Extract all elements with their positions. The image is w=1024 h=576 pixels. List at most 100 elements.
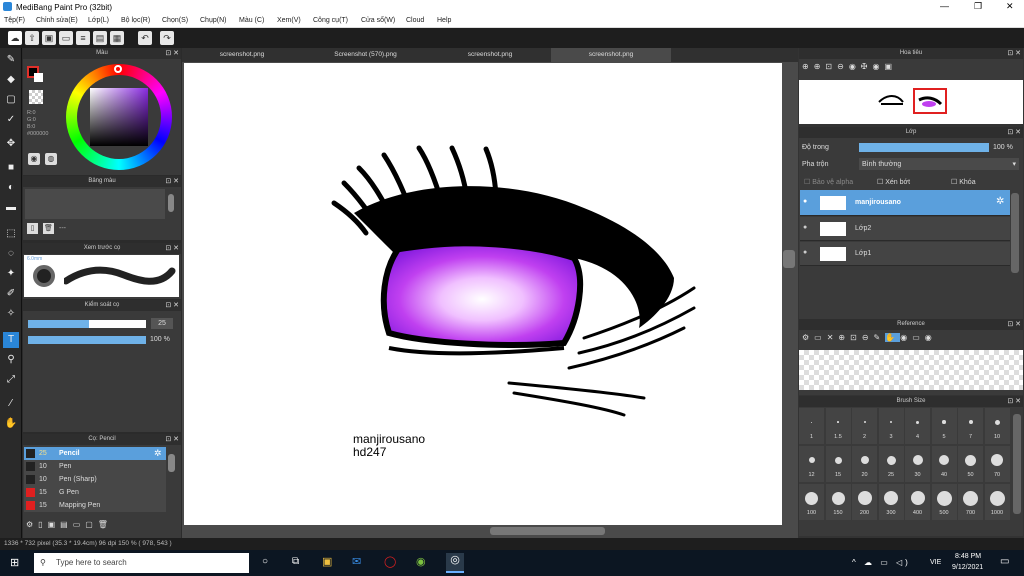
brush-size-cell[interactable]: 500: [931, 484, 957, 520]
brush-size-cell[interactable]: 25: [878, 446, 904, 482]
brush-size-cell[interactable]: 2: [852, 408, 877, 444]
brush-size-cell[interactable]: 10: [984, 408, 1010, 444]
panel-close-icon[interactable]: ⊡ ✕: [1007, 127, 1021, 138]
layer-row-lop2[interactable]: ● Lớp2: [800, 217, 1010, 241]
opera-icon[interactable]: ◯: [384, 555, 396, 568]
brush-size-cell[interactable]: 1000: [984, 484, 1010, 520]
palette-area[interactable]: [25, 189, 165, 219]
brush-item-pen-sharp[interactable]: 10 Pen (Sharp): [24, 473, 166, 486]
magic-wand-icon[interactable]: ✦: [3, 266, 19, 282]
navigator-preview[interactable]: [799, 80, 1023, 124]
upload-icon[interactable]: ⇧: [25, 31, 39, 45]
panel-close-icon[interactable]: ⊡ ✕: [1007, 319, 1021, 330]
brush-size-cell[interactable]: 70: [984, 446, 1010, 482]
redo-icon[interactable]: ↷: [160, 31, 174, 45]
panel-close-icon[interactable]: ⊡ ✕: [165, 48, 179, 59]
layer-scrollbar[interactable]: [1011, 193, 1019, 273]
panel-close-icon[interactable]: ⊡ ✕: [165, 300, 179, 311]
panel-close-icon[interactable]: ⊡ ✕: [165, 434, 179, 445]
palette-scrollbar[interactable]: [168, 194, 174, 212]
drawing-canvas[interactable]: manjirousano hd247: [184, 63, 782, 525]
mail-icon[interactable]: ✉: [352, 555, 361, 568]
delete-palette-icon[interactable]: 🗑: [43, 223, 54, 234]
medibang-taskbar-icon[interactable]: ◎: [446, 553, 464, 573]
brush-size-cell[interactable]: 5: [931, 408, 957, 444]
layer-row-lop1[interactable]: ● Lớp1: [800, 242, 1010, 266]
brush-opacity-slider[interactable]: [28, 336, 146, 344]
brush-size-cell[interactable]: 30: [905, 446, 930, 482]
eraser-tool-icon[interactable]: ◆: [3, 72, 19, 88]
save-icon[interactable]: ▣: [42, 31, 56, 45]
taskbar-search[interactable]: ⚲ Type here to search: [34, 553, 249, 573]
comment-icon[interactable]: ▭: [59, 31, 73, 45]
gear-icon[interactable]: ✲: [996, 196, 1004, 207]
brush-size-value[interactable]: 25: [151, 318, 173, 329]
secondary-color-swatch[interactable]: [34, 73, 43, 82]
eye-icon[interactable]: ●: [803, 249, 807, 256]
panel-close-icon[interactable]: ⊡ ✕: [165, 176, 179, 187]
move-tool-icon[interactable]: ✥: [3, 136, 19, 152]
brush-item-mapping-pen[interactable]: 15 Mapping Pen: [24, 499, 166, 512]
tab-screenshot-2[interactable]: screenshot.png: [429, 48, 551, 62]
brush-size-cell[interactable]: 150: [825, 484, 851, 520]
eye-icon[interactable]: ●: [803, 224, 807, 231]
app-icon-green[interactable]: ◉: [416, 555, 426, 568]
transparent-swatch[interactable]: [29, 90, 43, 104]
menu-file[interactable]: Tệp(F): [4, 17, 25, 24]
panel-close-icon[interactable]: ⊡ ✕: [1007, 396, 1021, 407]
panel-close-icon[interactable]: ⊡ ✕: [1007, 48, 1021, 59]
add-palette-icon[interactable]: ▯: [27, 223, 38, 234]
lasso-tool-icon[interactable]: ◌: [3, 246, 19, 262]
select-pen-icon[interactable]: ✐: [3, 286, 19, 302]
maximize-icon[interactable]: ❐: [974, 1, 982, 12]
select-tool-icon[interactable]: ⬚: [3, 226, 19, 242]
document-icon[interactable]: ▤: [93, 31, 107, 45]
reference-toolbar[interactable]: ⚙▭✕⊕⊡⊖✎✋◉▭◉: [802, 333, 1002, 347]
undo-icon[interactable]: ↶: [138, 31, 152, 45]
tab-screenshot-570[interactable]: Screenshot (570).png: [302, 48, 429, 62]
menu-snap[interactable]: Chụp(N): [200, 17, 226, 24]
canvas-hscrollbar[interactable]: [490, 527, 605, 535]
gear-icon[interactable]: ✲: [154, 448, 162, 459]
brush-size-cell[interactable]: 300: [878, 484, 904, 520]
menu-window[interactable]: Cửa sổ(W): [361, 17, 395, 24]
brush-size-cell[interactable]: 700: [958, 484, 983, 520]
brush-item-pen[interactable]: 10 Pen: [24, 460, 166, 473]
dot-tool-icon[interactable]: ▢: [3, 92, 19, 108]
brush-size-cell[interactable]: 4: [905, 408, 930, 444]
protect-alpha-checkbox[interactable]: ☐ Bảo vệ alpha: [804, 178, 853, 186]
layer-row-manjirousano[interactable]: ● manjirousano ✲: [800, 190, 1010, 216]
check-tool-icon[interactable]: ✓: [3, 112, 19, 128]
store-icon[interactable]: ▣: [322, 555, 332, 568]
menu-tools[interactable]: Công cụ(T): [313, 17, 348, 24]
hand-tool-icon[interactable]: ✋: [3, 416, 19, 432]
reference-canvas[interactable]: [799, 350, 1023, 390]
brush-tool-icon[interactable]: ✎: [3, 52, 19, 68]
tab-screenshot-active[interactable]: screenshot.png: [551, 48, 671, 62]
tray-icons[interactable]: ^ ☁ ▭ ◁): [852, 558, 911, 567]
tab-screenshot-1[interactable]: screenshot.png: [182, 48, 302, 62]
menu-layer[interactable]: Lớp(L): [88, 17, 109, 24]
brush-size-cell[interactable]: 200: [852, 484, 877, 520]
minimize-icon[interactable]: —: [940, 1, 949, 11]
windows-start-icon[interactable]: ⊞: [10, 556, 19, 569]
brush-size-cell[interactable]: 1: [799, 408, 824, 444]
text-tool-icon[interactable]: T: [3, 332, 19, 348]
panel-close-icon[interactable]: ⊡ ✕: [165, 243, 179, 254]
brush-size-cell[interactable]: 100: [799, 484, 824, 520]
clock-date[interactable]: 9/12/2021: [952, 564, 983, 571]
brush-size-scrollbar[interactable]: [1013, 414, 1021, 514]
language-indicator[interactable]: VIE: [930, 559, 941, 566]
menu-color[interactable]: Màu (C): [239, 17, 264, 24]
operation-tool-icon[interactable]: ⚲: [3, 352, 19, 368]
saturation-square[interactable]: [90, 88, 148, 146]
brush-size-cell[interactable]: 7: [958, 408, 983, 444]
widgets-icon[interactable]: ⧉: [292, 556, 299, 567]
notification-icon[interactable]: ▭: [1000, 556, 1009, 567]
task-view-icon[interactable]: ○: [262, 556, 268, 567]
close-icon[interactable]: ✕: [1006, 1, 1014, 12]
palette-icon[interactable]: ◉: [28, 153, 40, 165]
blend-mode-select[interactable]: Bình thường ▾: [859, 158, 1019, 170]
brush-size-cell[interactable]: 15: [825, 446, 851, 482]
fill-tool-icon[interactable]: ◐: [3, 180, 19, 196]
